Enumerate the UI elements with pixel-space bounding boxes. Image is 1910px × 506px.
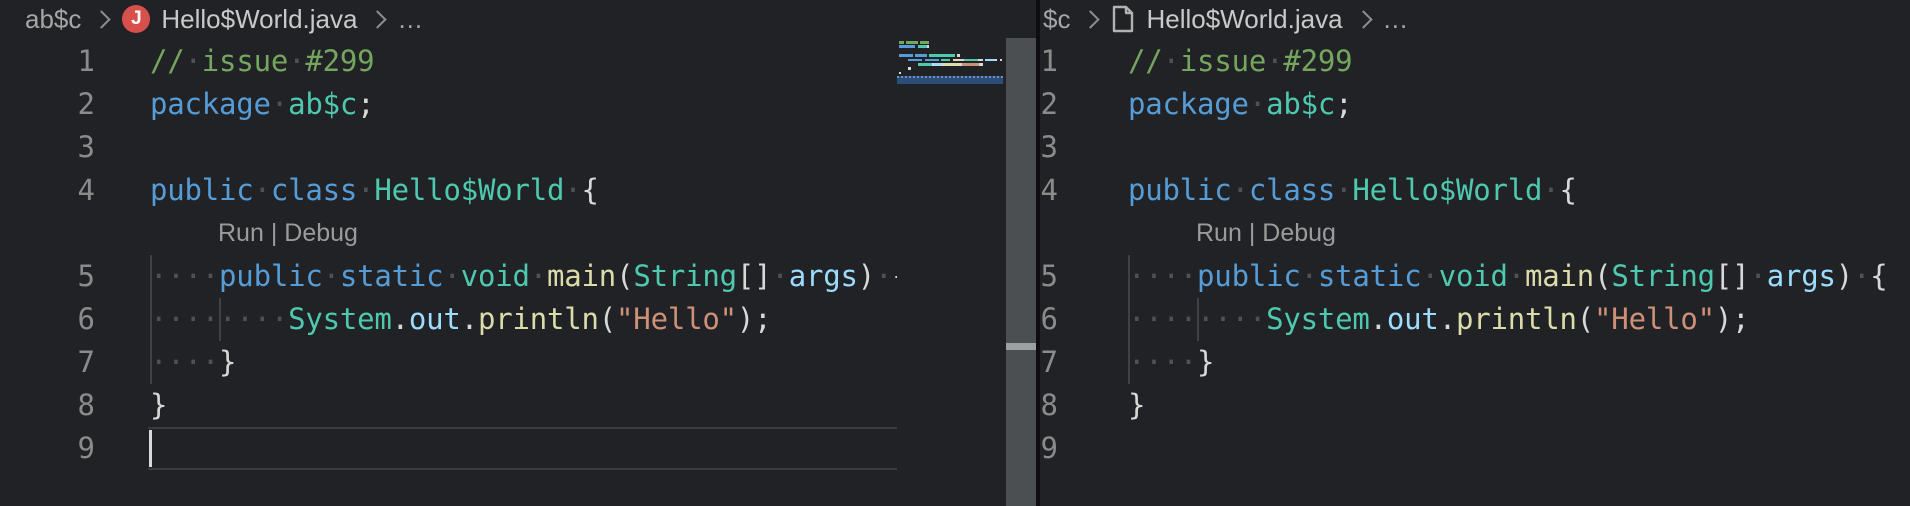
line-number: 3 [1040, 126, 1058, 169]
code-row: 7 ····} [1040, 341, 1910, 384]
code-row: 6 ········System.out.println("Hello"); [1040, 298, 1910, 341]
line-number: 5 [1040, 255, 1058, 298]
code-row: 8} [1040, 384, 1910, 427]
chevron-right-icon [1082, 10, 1100, 28]
code-line[interactable]: ····public·static·void·main(String[]·arg… [150, 255, 897, 298]
code-row: 9 [0, 427, 897, 470]
codelens-separator: | [1242, 219, 1262, 247]
code-line[interactable]: //·issue·#299 [150, 40, 374, 83]
line-number: 4 [1040, 169, 1058, 212]
line-number: 1 [0, 40, 95, 83]
line-number: 1 [1040, 40, 1058, 83]
minimap[interactable] [897, 38, 1006, 506]
code-line[interactable]: ········System.out.println("Hello"); [1128, 298, 1749, 341]
code-row: 5 ····public·static·void·main(String[]·ar… [1040, 255, 1910, 298]
editor-group-right: $c Hello$World.java ... 1 //·issue·#299 2 p… [1040, 0, 1910, 506]
chevron-right-icon [369, 10, 387, 28]
chevron-right-icon [93, 10, 111, 28]
java-class-icon: J [122, 5, 150, 33]
code-row: 4 public·class·Hello$World·{ [1040, 169, 1910, 212]
code-line[interactable]: } [150, 384, 167, 427]
text-cursor [149, 430, 152, 467]
minimap-code [899, 41, 1006, 81]
code-row: 7 ····} [0, 341, 897, 384]
editor-left: 1 //·issue·#299 2 package·ab$c; 34 public·cla… [0, 38, 1036, 506]
line-number: 9 [0, 427, 95, 470]
code-row: 1 //·issue·#299 [0, 40, 897, 83]
breadcrumb-symbol[interactable]: ... [398, 4, 423, 35]
line-number: 3 [0, 126, 95, 169]
breadcrumb-folder[interactable]: ab$c [25, 4, 81, 35]
code-line[interactable]: public·class·Hello$World·{ [1128, 169, 1577, 212]
breadcrumb-symbol[interactable]: ... [1384, 4, 1409, 35]
code-row: 1 //·issue·#299 [1040, 40, 1910, 83]
code-row: 3 [0, 126, 897, 169]
code-line[interactable]: } [1128, 384, 1145, 427]
code-line[interactable]: package·ab$c; [1128, 83, 1352, 126]
minimap-current-line [897, 76, 1003, 84]
codelens-row: Run | Debug [1040, 212, 1910, 255]
code-row: 2 package·ab$c; [0, 83, 897, 126]
vscode-split-editor: ab$c J Hello$World.java ... 1 //·issue·#2… [0, 0, 1910, 506]
breadcrumb-right: $c Hello$World.java ... [1040, 0, 1910, 38]
line-number: 5 [0, 255, 95, 298]
code-row: 2 package·ab$c; [1040, 83, 1910, 126]
code-row: 8} [0, 384, 897, 427]
code-line[interactable]: ····public·static·void·main(String[]·arg… [1128, 255, 1888, 298]
line-number: 9 [1040, 427, 1058, 470]
line-number: 8 [1040, 384, 1058, 427]
codelens-debug-link[interactable]: Debug [284, 219, 358, 247]
code-row: 6 ········System.out.println("Hello"); [0, 298, 897, 341]
codelens-run-link[interactable]: Run [1196, 219, 1242, 247]
line-number: 7 [1040, 341, 1058, 384]
line-number: 2 [1040, 83, 1058, 126]
codelens-run-link[interactable]: Run [218, 219, 264, 247]
code-line[interactable]: public·class·Hello$World·{ [150, 169, 599, 212]
code-line[interactable]: //·issue·#299 [1128, 40, 1352, 83]
breadcrumb-file[interactable]: Hello$World.java [161, 4, 357, 35]
editor-right: 1 //·issue·#299 2 package·ab$c; 34 public·cla… [1040, 38, 1910, 506]
line-number: 7 [0, 341, 95, 384]
code-area-right[interactable]: 1 //·issue·#299 2 package·ab$c; 34 public·cla… [1040, 38, 1910, 506]
codelens-row: Run | Debug [0, 212, 897, 255]
chevron-right-icon [1354, 10, 1372, 28]
code-line[interactable]: package·ab$c; [150, 83, 374, 126]
breadcrumb-folder[interactable]: $c [1043, 4, 1070, 35]
codelens-separator: | [264, 219, 284, 247]
file-icon [1111, 5, 1135, 33]
line-number: 2 [0, 83, 95, 126]
line-number: 4 [0, 169, 95, 212]
code-line[interactable]: ····} [150, 341, 236, 384]
line-number: 6 [0, 298, 95, 341]
line-number: 8 [0, 384, 95, 427]
code-line[interactable]: ········System.out.println("Hello"); [150, 298, 771, 341]
scrollbar-cursor-marker [1006, 343, 1036, 350]
codelens-debug-link[interactable]: Debug [1262, 219, 1336, 247]
code-row: 5 ····public·static·void·main(String[]·ar… [0, 255, 897, 298]
code-row: 4 public·class·Hello$World·{ [0, 169, 897, 212]
line-number: 6 [1040, 298, 1058, 341]
code-row: 3 [1040, 126, 1910, 169]
code-area-left[interactable]: 1 //·issue·#299 2 package·ab$c; 34 public·cla… [0, 38, 897, 506]
vertical-scrollbar[interactable] [1006, 38, 1036, 506]
editor-group-left: ab$c J Hello$World.java ... 1 //·issue·#2… [0, 0, 1036, 506]
breadcrumb-file[interactable]: Hello$World.java [1146, 4, 1342, 35]
code-row: 9 [1040, 427, 1910, 470]
code-line[interactable]: ····} [1128, 341, 1214, 384]
breadcrumb-left: ab$c J Hello$World.java ... [0, 0, 1036, 38]
